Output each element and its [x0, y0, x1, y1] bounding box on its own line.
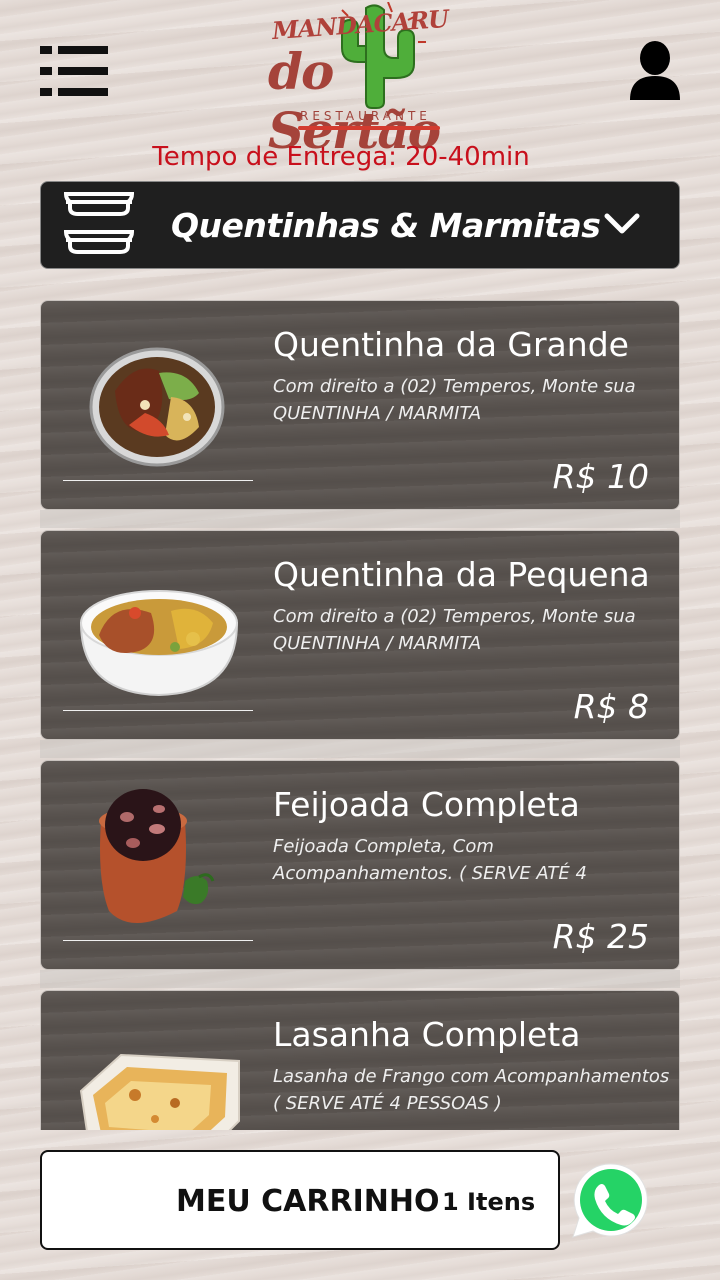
product-list[interactable]: Quentinha da Grande Com direito a (02) T… — [40, 300, 680, 1130]
marmita-white-bowl-photo — [79, 590, 239, 697]
product-description: Com direito a (02) Temperos, Monte sua Q… — [273, 376, 636, 424]
thumb-divider — [63, 710, 253, 711]
product-title: Feijoada Completa — [273, 785, 580, 824]
whatsapp-icon[interactable] — [570, 1160, 652, 1242]
product-card[interactable]: Quentinha da Pequena Com direito a (02) … — [40, 530, 680, 740]
product-description: Lasanha de Frango com Acompanhamentos ( … — [273, 1066, 670, 1114]
category-label: Quentinhas & Marmitas — [171, 206, 601, 245]
product-card[interactable]: Feijoada Completa Feijoada Completa, Com… — [40, 760, 680, 970]
card-separator — [40, 970, 680, 988]
product-price: R$ 8 — [573, 687, 649, 726]
cart-button[interactable]: MEU CARRINHO 1 Itens — [40, 1150, 560, 1250]
logo-underline — [298, 126, 440, 130]
marmita-aluminum-photo — [89, 347, 225, 467]
chevron-down-icon — [604, 213, 640, 234]
lasanha-dish-photo — [79, 1053, 240, 1130]
product-title: Quentinha da Pequena — [273, 555, 650, 594]
logo-subtitle: RESTAURANTE — [300, 109, 431, 123]
product-card[interactable]: Lasanha Completa Lasanha de Frango com A… — [40, 990, 680, 1130]
delivery-time-text: Tempo de Entrega: 20-40min — [152, 142, 530, 172]
product-description: Com direito a (02) Temperos, Monte sua Q… — [273, 606, 636, 654]
thumb-divider — [63, 940, 253, 941]
category-dropdown[interactable]: Quentinhas & Marmitas — [40, 181, 680, 269]
cart-item-count: 1 Itens — [442, 1188, 536, 1216]
restaurant-logo[interactable]: MANDACARU do Sertão RESTAURANTE — [268, 2, 458, 160]
cart-label: MEU CARRINHO — [176, 1184, 440, 1219]
product-price: R$ 10 — [552, 457, 649, 496]
card-separator — [40, 740, 680, 758]
hamburger-menu-icon[interactable] — [40, 44, 110, 98]
thumb-divider — [63, 480, 253, 481]
product-title: Quentinha da Grande — [273, 325, 629, 364]
product-title: Lasanha Completa — [273, 1015, 581, 1054]
card-separator — [40, 510, 680, 528]
product-card[interactable]: Quentinha da Grande Com direito a (02) T… — [40, 300, 680, 510]
feijoada-clay-pot-photo — [99, 789, 215, 923]
product-price: R$ 25 — [552, 917, 649, 956]
bowl-stack-icon — [63, 192, 135, 254]
product-description: Feijoada Completa, Com Acompanhamentos. … — [273, 836, 587, 884]
user-profile-icon[interactable] — [626, 40, 684, 102]
